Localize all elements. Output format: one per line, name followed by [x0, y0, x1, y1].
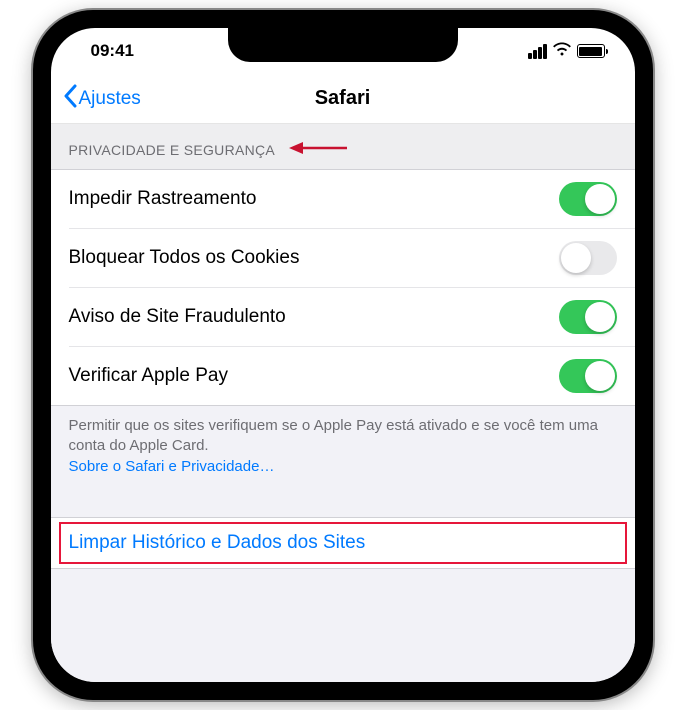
status-indicators	[528, 41, 605, 61]
privacy-link[interactable]: Sobre o Safari e Privacidade…	[69, 458, 275, 475]
cellular-signal-icon	[528, 44, 547, 59]
row-prevent-tracking: Impedir Rastreamento	[51, 170, 635, 228]
page-title: Safari	[315, 87, 371, 110]
chevron-left-icon	[63, 84, 77, 114]
wifi-icon	[553, 41, 571, 61]
row-label: Aviso de Site Fraudulento	[69, 306, 286, 328]
action-section: Limpar Histórico e Dados dos Sites	[51, 517, 635, 569]
battery-icon	[577, 44, 605, 58]
toggle-apple-pay[interactable]	[559, 359, 617, 393]
notch	[228, 28, 458, 62]
row-fraud-warning: Aviso de Site Fraudulento	[69, 287, 635, 346]
clear-history-label: Limpar Histórico e Dados dos Sites	[69, 532, 366, 553]
navigation-bar: Ajustes Safari	[51, 74, 635, 124]
section-footer: Permitir que os sites verifiquem se o Ap…	[51, 406, 635, 487]
phone-screen: 09:41 Ajustes Safari	[51, 28, 635, 682]
toggle-prevent-tracking[interactable]	[559, 182, 617, 216]
back-button[interactable]: Ajustes	[63, 84, 141, 114]
toggle-fraud-warning[interactable]	[559, 300, 617, 334]
row-label: Bloquear Todos os Cookies	[69, 247, 300, 269]
row-label: Verificar Apple Pay	[69, 365, 228, 387]
annotation-arrow-icon	[289, 138, 349, 161]
section-header-label: PRIVACIDADE E SEGURANÇA	[69, 142, 276, 158]
row-label: Impedir Rastreamento	[69, 188, 257, 210]
row-apple-pay: Verificar Apple Pay	[69, 346, 635, 405]
settings-list: Impedir Rastreamento Bloquear Todos os C…	[51, 170, 635, 406]
section-header-privacy: PRIVACIDADE E SEGURANÇA	[51, 124, 635, 170]
row-block-cookies: Bloquear Todos os Cookies	[69, 228, 635, 287]
back-label: Ajustes	[79, 88, 141, 110]
toggle-block-cookies[interactable]	[559, 241, 617, 275]
footer-description: Permitir que os sites verifiquem se o Ap…	[69, 417, 598, 454]
phone-frame: 09:41 Ajustes Safari	[33, 10, 653, 700]
status-time: 09:41	[81, 41, 134, 61]
clear-history-button[interactable]: Limpar Histórico e Dados dos Sites	[51, 518, 635, 568]
settings-content: PRIVACIDADE E SEGURANÇA Impedir Rastream…	[51, 124, 635, 682]
